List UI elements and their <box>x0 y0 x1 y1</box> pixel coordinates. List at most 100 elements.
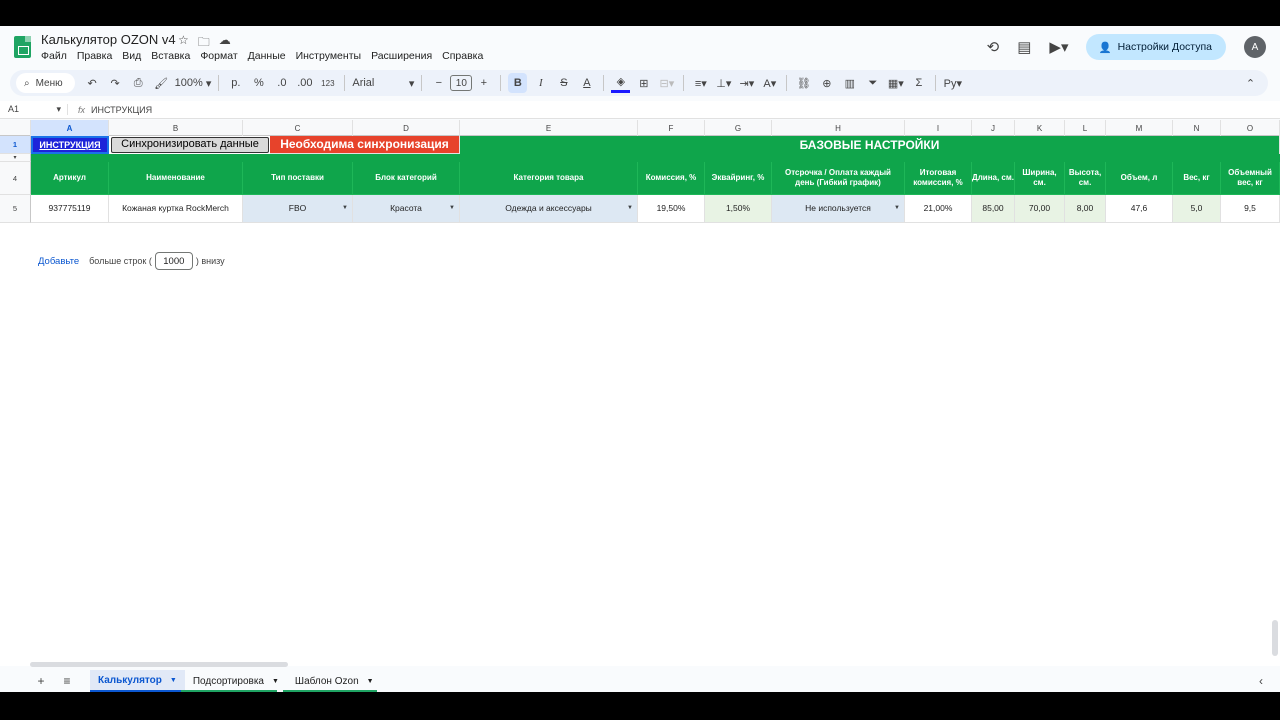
functions-icon[interactable]: Σ <box>909 73 928 93</box>
font-size-input[interactable]: 10 <box>450 75 473 91</box>
share-button[interactable]: 👤 Настройки Доступа <box>1086 34 1226 60</box>
tab-calculator[interactable]: Калькулятор ▼ <box>90 670 185 692</box>
menu-tools[interactable]: Инструменты <box>296 50 361 62</box>
dropdown-arrow-icon[interactable]: ▼ <box>627 205 633 212</box>
vertical-align-icon[interactable]: ⊥▾ <box>714 73 733 93</box>
insert-chart-icon[interactable]: ▥ <box>840 73 859 93</box>
col-header-i[interactable]: I <box>905 120 972 136</box>
vertical-scrollbar[interactable] <box>1272 620 1278 656</box>
col-header-g[interactable]: G <box>705 120 772 136</box>
cell-commission[interactable]: 19,50% <box>638 195 705 223</box>
col-header-d[interactable]: D <box>353 120 460 136</box>
cell-height[interactable]: 8,00 <box>1065 195 1106 223</box>
text-rotation-icon[interactable]: A▾ <box>760 73 779 93</box>
col-header-b[interactable]: B <box>109 120 243 136</box>
row-header-5[interactable]: 5 <box>0 195 31 223</box>
col-header-a[interactable]: A <box>31 120 109 136</box>
name-box[interactable]: A1 ▾ <box>0 104 68 115</box>
cell-width[interactable]: 70,00 <box>1015 195 1065 223</box>
insert-comment-icon[interactable]: ⊕ <box>817 73 836 93</box>
scroll-tabs-left-icon[interactable]: ‹ <box>1248 674 1274 688</box>
product-category-dropdown[interactable]: Одежда и аксессуары ▼ <box>460 195 638 223</box>
spreadsheet-grid[interactable]: A B C D E F G H I J K L M N O 1 ▾ 4 5 ИН… <box>0 120 1280 666</box>
menu-format[interactable]: Формат <box>200 50 237 62</box>
deferral-dropdown[interactable]: Не используется ▼ <box>772 195 905 223</box>
category-block-dropdown[interactable]: Красота ▼ <box>353 195 460 223</box>
row-header-4[interactable]: 4 <box>0 162 31 195</box>
currency-format-button[interactable]: р. <box>226 73 245 93</box>
cell-volumetric-weight[interactable]: 9,5 <box>1221 195 1280 223</box>
col-header-l[interactable]: L <box>1065 120 1106 136</box>
font-size-increase-icon[interactable]: + <box>474 73 493 93</box>
italic-button[interactable]: I <box>531 73 550 93</box>
menu-view[interactable]: Вид <box>122 50 141 62</box>
menu-extensions[interactable]: Расширения <box>371 50 432 62</box>
text-wrapping-icon[interactable]: ⇥▾ <box>737 73 756 93</box>
dropdown-arrow-icon[interactable]: ▼ <box>342 205 348 212</box>
collapse-menu-icon[interactable]: ⌃ <box>1241 73 1260 93</box>
decrease-decimal-button[interactable]: .0 <box>272 73 291 93</box>
menu-edit[interactable]: Правка <box>77 50 112 62</box>
formula-input[interactable]: ИНСТРУКЦИЯ <box>91 105 152 115</box>
meet-video-icon[interactable]: ▶▾ <box>1049 38 1068 56</box>
row-header-1[interactable]: 1 <box>0 136 31 154</box>
print-icon[interactable]: ⎙ <box>129 73 148 93</box>
cell-volume[interactable]: 47,6 <box>1106 195 1173 223</box>
instruction-link[interactable]: ИНСТРУКЦИЯ <box>31 136 109 154</box>
horizontal-align-icon[interactable]: ≡▾ <box>691 73 710 93</box>
redo-icon[interactable]: ↷ <box>106 73 125 93</box>
borders-icon[interactable]: ⊞ <box>634 73 653 93</box>
tab-ozon-template[interactable]: Шаблон Ozon ▼ <box>287 670 382 692</box>
horizontal-scrollbar[interactable] <box>30 662 288 667</box>
more-formats-button[interactable]: 123 <box>318 73 337 93</box>
menu-data[interactable]: Данные <box>248 50 286 62</box>
chevron-down-icon[interactable]: ▼ <box>170 677 177 684</box>
insert-link-icon[interactable]: ⛓ <box>794 73 813 93</box>
col-header-c[interactable]: C <box>243 120 353 136</box>
menu-help[interactable]: Справка <box>442 50 483 62</box>
cell-acquiring[interactable]: 1,50% <box>705 195 772 223</box>
col-header-n[interactable]: N <box>1173 120 1221 136</box>
strikethrough-icon[interactable]: S <box>554 73 573 93</box>
fill-color-icon[interactable]: ◈ <box>611 73 631 93</box>
col-header-k[interactable]: K <box>1015 120 1065 136</box>
col-header-j[interactable]: J <box>972 120 1015 136</box>
filter-icon[interactable]: ⏷ <box>863 73 882 93</box>
text-color-button[interactable]: A <box>577 73 596 93</box>
sheets-logo-icon[interactable] <box>14 36 31 58</box>
paint-format-icon[interactable]: 🖌 <box>152 73 171 93</box>
dropdown-arrow-icon[interactable]: ▼ <box>449 205 455 212</box>
document-title[interactable]: Калькулятор OZON v4 <box>41 32 176 47</box>
cell-weight[interactable]: 5,0 <box>1173 195 1221 223</box>
menu-insert[interactable]: Вставка <box>151 50 190 62</box>
percent-format-button[interactable]: % <box>249 73 268 93</box>
sync-data-button[interactable]: Синхронизировать данные <box>111 137 269 153</box>
zoom-select[interactable]: 100% ▾ <box>175 73 212 93</box>
filter-views-icon[interactable]: ▦▾ <box>886 73 905 93</box>
col-header-h[interactable]: H <box>772 120 905 136</box>
tab-restock[interactable]: Подсортировка ▼ <box>185 670 287 692</box>
cell-length[interactable]: 85,00 <box>972 195 1015 223</box>
chevron-down-icon[interactable]: ▼ <box>367 678 374 685</box>
bold-button[interactable]: B <box>508 73 528 93</box>
comments-icon[interactable]: ▤ <box>1017 38 1031 56</box>
history-icon[interactable]: ⟲ <box>987 38 1000 56</box>
col-header-o[interactable]: O <box>1221 120 1280 136</box>
merge-cells-icon[interactable]: ⊟▾ <box>657 73 676 93</box>
cell-total-commission[interactable]: 21,00% <box>905 195 972 223</box>
add-rows-button[interactable]: Добавьте <box>38 256 79 267</box>
input-tools-icon[interactable]: Py▾ <box>943 73 962 93</box>
cell-name[interactable]: Кожаная куртка RockMerch <box>109 195 243 223</box>
select-all-corner[interactable] <box>0 120 31 136</box>
add-rows-count-input[interactable]: 1000 <box>154 252 193 270</box>
menu-file[interactable]: Файл <box>41 50 67 62</box>
avatar[interactable]: A <box>1244 36 1266 58</box>
hidden-rows-toggle-icon[interactable]: ▾ <box>0 154 31 162</box>
col-header-f[interactable]: F <box>638 120 705 136</box>
font-select[interactable]: Arial ▾ <box>352 73 414 93</box>
chevron-down-icon[interactable]: ▼ <box>272 678 279 685</box>
add-sheet-icon[interactable]: + <box>28 674 54 688</box>
supply-type-dropdown[interactable]: FBO ▼ <box>243 195 353 223</box>
all-sheets-icon[interactable]: ≡ <box>54 674 80 688</box>
font-size-decrease-icon[interactable]: − <box>429 73 448 93</box>
